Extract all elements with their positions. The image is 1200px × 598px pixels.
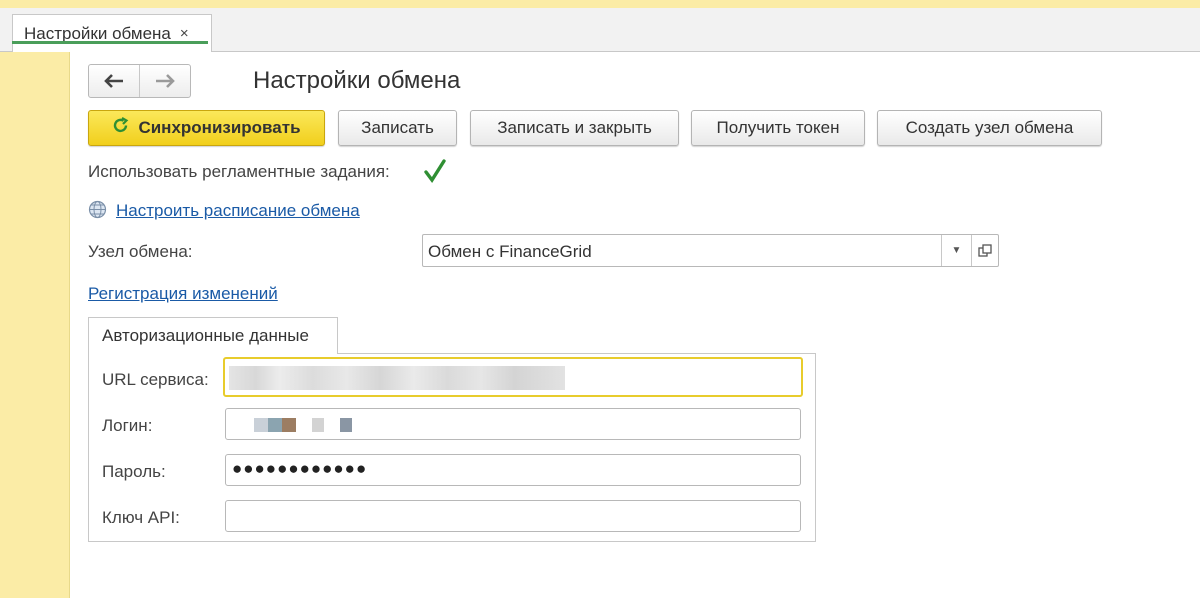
password-field[interactable]: ●●●●●●●●●●●● xyxy=(225,454,801,486)
redacted-login-part-5 xyxy=(340,418,352,432)
redacted-login-part-4 xyxy=(312,418,324,432)
service-url-field[interactable] xyxy=(223,357,803,397)
refresh-icon xyxy=(112,116,129,140)
get-token-button[interactable]: Получить токен xyxy=(691,110,865,146)
create-exchange-node-button[interactable]: Создать узел обмена xyxy=(877,110,1102,146)
save-and-close-button[interactable]: Записать и закрыть xyxy=(470,110,679,146)
login-label: Логин: xyxy=(102,416,153,435)
api-key-label: Ключ API: xyxy=(102,508,180,527)
close-icon[interactable]: × xyxy=(180,25,189,42)
tab-auth-data[interactable]: Авторизационные данные xyxy=(88,317,338,354)
navigation-buttons xyxy=(88,64,191,98)
create-node-label: Создать узел обмена xyxy=(905,118,1074,137)
auth-tab-label: Авторизационные данные xyxy=(102,326,309,345)
sidebar-panel xyxy=(0,52,70,598)
active-tab-indicator xyxy=(12,41,208,44)
service-url-label: URL сервиса: xyxy=(102,370,209,389)
forward-arrow-icon[interactable] xyxy=(139,65,190,97)
exchange-node-label: Узел обмена: xyxy=(88,242,193,261)
save-and-close-label: Записать и закрыть xyxy=(497,118,652,137)
save-button-label: Записать xyxy=(361,118,434,137)
change-registration-link[interactable]: Регистрация изменений xyxy=(88,284,278,304)
schedule-settings-link[interactable]: Настроить расписание обмена xyxy=(116,201,360,221)
password-value: ●●●●●●●●●●●● xyxy=(232,459,368,478)
chevron-down-icon[interactable]: ▼ xyxy=(941,235,971,266)
globe-icon xyxy=(88,200,107,219)
page-title: Настройки обмена xyxy=(253,67,461,94)
tab-exchange-settings[interactable]: Настройки обмена × xyxy=(12,14,212,52)
redacted-login-part-2 xyxy=(268,418,282,432)
sync-button[interactable]: Синхронизировать xyxy=(88,110,325,146)
open-form-icon[interactable] xyxy=(971,235,998,266)
redacted-url xyxy=(229,366,565,390)
get-token-label: Получить токен xyxy=(716,118,840,137)
top-accent-strip xyxy=(0,0,1200,8)
use-scheduled-tasks-label: Использовать регламентные задания: xyxy=(88,162,390,181)
login-field[interactable] xyxy=(225,408,801,440)
sync-button-label: Синхронизировать xyxy=(138,118,301,137)
redacted-login-part-3 xyxy=(282,418,296,432)
checkmark-icon[interactable] xyxy=(423,159,447,185)
tab-bar: Настройки обмена × xyxy=(0,8,1200,52)
api-key-field[interactable] xyxy=(225,500,801,532)
exchange-node-select[interactable]: Обмен с FinanceGrid ▼ xyxy=(422,234,999,267)
exchange-node-value: Обмен с FinanceGrid xyxy=(428,242,592,261)
back-arrow-icon[interactable] xyxy=(89,65,139,97)
save-button[interactable]: Записать xyxy=(338,110,457,146)
redacted-login-part-1 xyxy=(254,418,268,432)
password-label: Пароль: xyxy=(102,462,166,481)
